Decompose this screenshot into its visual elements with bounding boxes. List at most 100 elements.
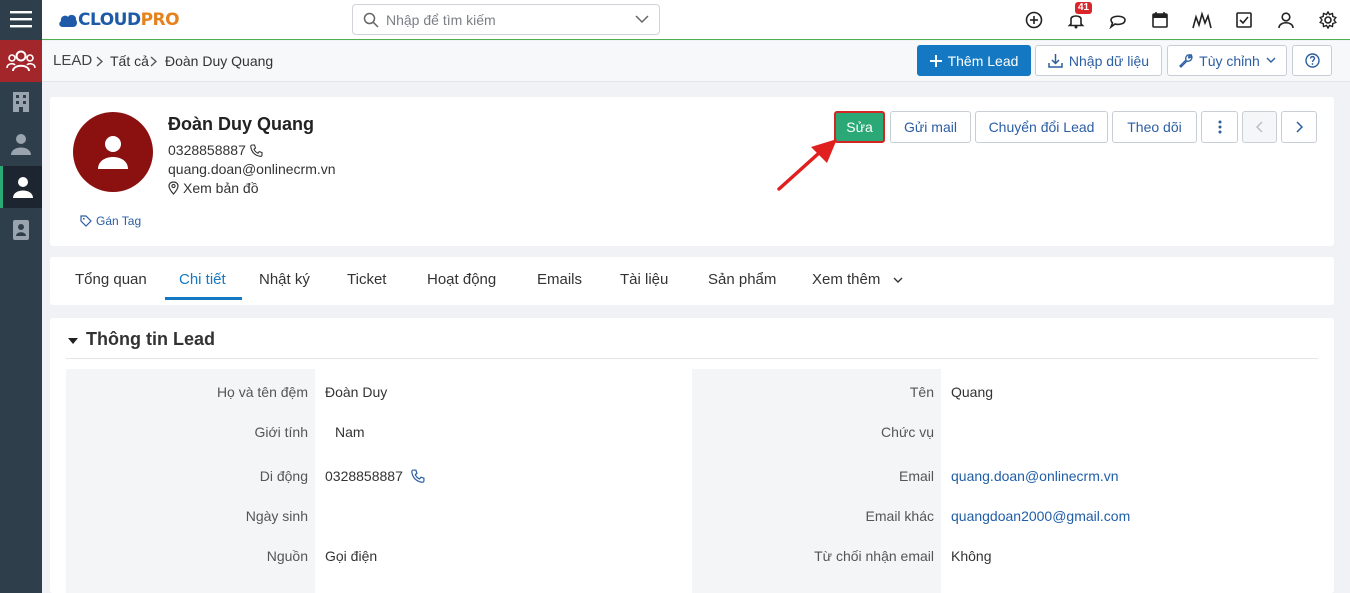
- search-icon: [363, 12, 379, 28]
- users-group-icon: [6, 50, 36, 72]
- lead-info-section: Thông tin Lead Họ và tên đệm Đoàn Duy Gi…: [50, 318, 1334, 593]
- lead-profile-card: Đoàn Duy Quang 0328858887 quang.doan@onl…: [50, 97, 1334, 246]
- assign-tag-button[interactable]: Gán Tag: [80, 214, 141, 228]
- follow-button[interactable]: Theo dõi: [1112, 111, 1197, 143]
- menu-icon[interactable]: [0, 0, 42, 38]
- sidebar-item-leads[interactable]: [0, 166, 42, 208]
- chevron-down-icon: [893, 277, 903, 283]
- left-sidebar: [0, 0, 42, 593]
- tab-more-label: Xem thêm: [812, 271, 881, 288]
- field-label: Họ và tên đệm: [216, 384, 308, 400]
- cloud-logo-icon: [59, 14, 77, 27]
- map-pin-icon: [168, 181, 179, 195]
- help-button[interactable]: [1292, 45, 1332, 76]
- task-checkbox-icon[interactable]: [1234, 10, 1254, 30]
- calendar-icon[interactable]: [1150, 10, 1170, 30]
- import-data-button[interactable]: Nhập dữ liệu: [1035, 45, 1162, 76]
- breadcrumb-filter[interactable]: Tất cả: [110, 53, 149, 69]
- tab-overview[interactable]: Tổng quan: [75, 271, 147, 288]
- chevron-down-icon: [635, 15, 649, 24]
- logo-text-accent: PRO: [140, 10, 180, 30]
- tab-details[interactable]: Chi tiết: [179, 271, 226, 288]
- edit-label: Sửa: [846, 119, 873, 135]
- user-profile-icon[interactable]: [1276, 10, 1296, 30]
- analytics-icon[interactable]: [1192, 10, 1212, 30]
- tab-documents[interactable]: Tài liệu: [620, 271, 668, 288]
- settings-gear-icon[interactable]: [1318, 10, 1338, 30]
- avatar-person-icon: [98, 136, 128, 169]
- chevron-right-icon: [150, 56, 157, 67]
- view-map-link[interactable]: Xem bản đồ: [168, 180, 259, 196]
- send-mail-button[interactable]: Gửi mail: [890, 111, 971, 143]
- assign-tag-label: Gán Tag: [96, 214, 142, 228]
- chat-icon[interactable]: [1108, 10, 1128, 30]
- field-value[interactable]: Quang: [951, 384, 993, 400]
- add-lead-button[interactable]: Thêm Lead: [917, 45, 1031, 76]
- field-label: Tên: [909, 384, 934, 400]
- search-input[interactable]: [386, 9, 626, 30]
- breadcrumb-module[interactable]: LEAD: [53, 52, 92, 69]
- sidebar-item-contacts[interactable]: [0, 130, 42, 158]
- section-title[interactable]: Thông tin Lead: [86, 329, 215, 350]
- highlight-arrow-icon: [777, 139, 837, 191]
- field-label: Di động: [259, 468, 308, 484]
- field-label: Email: [898, 468, 934, 484]
- section-divider: [66, 358, 1318, 359]
- tab-products[interactable]: Sản phẩm: [708, 271, 776, 288]
- more-vertical-icon: [1218, 120, 1221, 134]
- import-data-label: Nhập dữ liệu: [1068, 52, 1150, 69]
- wrench-icon: [1179, 53, 1193, 68]
- previous-record-button[interactable]: [1242, 111, 1277, 143]
- tab-activities[interactable]: Hoạt động: [427, 271, 496, 288]
- convert-lead-button[interactable]: Chuyển đổi Lead: [975, 111, 1108, 143]
- field-label: Ngày sinh: [245, 508, 308, 524]
- field-label: Email khác: [865, 508, 934, 524]
- field-value[interactable]: Không: [951, 548, 991, 564]
- field-value[interactable]: quang.doan@onlinecrm.vn: [951, 468, 1119, 484]
- field-value[interactable]: Gọi điện: [325, 548, 377, 564]
- chevron-down-icon: [1266, 57, 1276, 63]
- lead-phone[interactable]: 0328858887: [168, 142, 246, 158]
- send-mail-label: Gửi mail: [904, 119, 957, 135]
- tab-history[interactable]: Nhật ký: [259, 271, 310, 288]
- lead-person-icon: [12, 177, 33, 198]
- phone-icon: [411, 469, 425, 483]
- plus-icon: [929, 54, 942, 67]
- add-circle-icon[interactable]: [1024, 10, 1044, 30]
- tab-more[interactable]: Xem thêm: [812, 271, 903, 288]
- record-tabs: Tổng quan Chi tiết Nhật ký Ticket Hoạt đ…: [50, 257, 1334, 305]
- field-value[interactable]: quangdoan2000@gmail.com: [951, 508, 1130, 524]
- field-label: Giới tính: [254, 424, 308, 440]
- caret-down-icon[interactable]: [68, 338, 78, 344]
- phone-icon: [250, 143, 263, 157]
- chevron-left-icon: [1256, 121, 1263, 133]
- next-record-button[interactable]: [1281, 111, 1317, 143]
- follow-label: Theo dõi: [1127, 119, 1182, 135]
- app-logo[interactable]: CLOUDPRO: [58, 8, 180, 32]
- customize-dropdown-button[interactable]: Tùy chỉnh: [1167, 45, 1287, 76]
- add-lead-label: Thêm Lead: [947, 52, 1019, 69]
- avatar: [73, 112, 153, 192]
- tab-emails[interactable]: Emails: [537, 271, 582, 288]
- lead-email[interactable]: quang.doan@onlinecrm.vn: [168, 161, 336, 177]
- tab-ticket[interactable]: Ticket: [347, 271, 386, 288]
- more-actions-button[interactable]: [1201, 111, 1238, 143]
- id-card-icon: [13, 220, 29, 240]
- contact-person-icon: [11, 134, 31, 155]
- mobile-value[interactable]: 0328858887: [325, 468, 425, 484]
- global-search[interactable]: [352, 4, 660, 35]
- field-label: Chức vụ: [881, 424, 934, 440]
- chevron-right-icon: [1295, 121, 1303, 133]
- help-icon: [1304, 53, 1320, 68]
- field-value[interactable]: Nam: [335, 424, 365, 440]
- breadcrumb-record: Đoàn Duy Quang: [165, 53, 274, 69]
- sidebar-item-documents[interactable]: [0, 216, 42, 244]
- field-value[interactable]: Đoàn Duy: [325, 384, 387, 400]
- lead-name: Đoàn Duy Quang: [168, 114, 315, 134]
- logo-text-main: CLOUD: [78, 10, 141, 30]
- sidebar-item-customers[interactable]: [0, 40, 42, 82]
- sidebar-item-organizations[interactable]: [0, 88, 42, 116]
- download-icon: [1048, 54, 1063, 68]
- active-tab-indicator: [165, 297, 242, 300]
- view-map-label: Xem bản đồ: [183, 180, 259, 196]
